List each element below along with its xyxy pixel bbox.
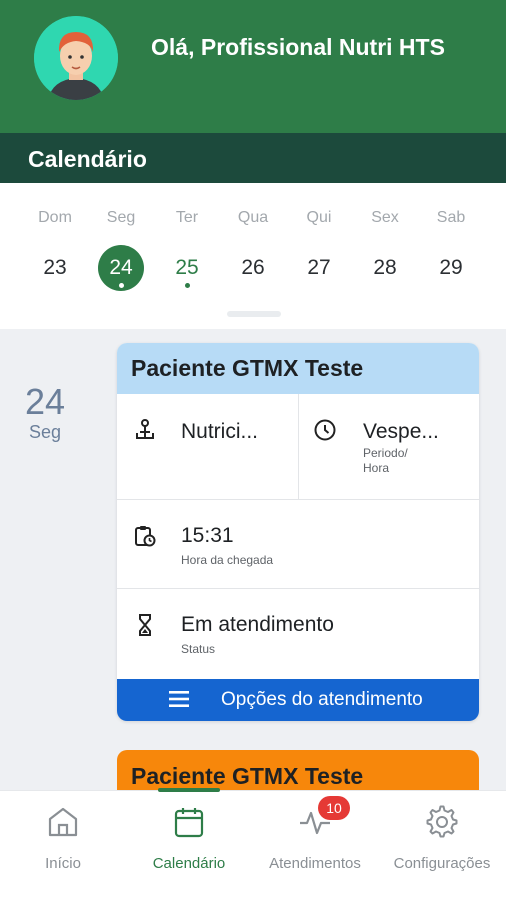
event-dot bbox=[184, 283, 190, 288]
selected-day-number: 24 bbox=[24, 381, 66, 422]
nav-item-inicio[interactable]: Início bbox=[0, 791, 126, 900]
greeting-text: Olá, Profissional Nutri HTS bbox=[151, 34, 445, 60]
appointment-details-row: Nutrici... Vespe... Periodo/ Hora bbox=[117, 394, 479, 500]
arrival-time-label: Hora da chegada bbox=[181, 553, 274, 567]
appointment-options-label: Opções do atendimento bbox=[221, 689, 423, 710]
appointment-card[interactable]: Paciente GTMX Teste Nutrici... Vespe... … bbox=[117, 343, 479, 721]
day-column-selected[interactable]: Seg 24 bbox=[88, 183, 154, 313]
day-column[interactable]: Sab 29 bbox=[418, 183, 484, 313]
nav-item-atendimentos[interactable]: 10 Atendimentos bbox=[252, 791, 378, 900]
appointment-options-button[interactable]: Opções do atendimento bbox=[117, 679, 479, 721]
active-indicator bbox=[158, 788, 220, 792]
day-number: 28 bbox=[373, 256, 397, 279]
nav-label: Configurações bbox=[393, 855, 491, 872]
nav-label: Início bbox=[45, 855, 81, 872]
patient-name: Paciente GTMX Teste bbox=[117, 343, 479, 394]
calendar-icon bbox=[174, 808, 204, 838]
patient-name: Paciente GTMX Teste bbox=[131, 763, 364, 789]
bottom-navigation: Início Calendário 10 Atendimentos Config… bbox=[0, 788, 506, 900]
period-value: Vespe... bbox=[363, 420, 439, 443]
selected-date-label: 24 Seg bbox=[0, 382, 90, 443]
day-of-week: Sab bbox=[436, 209, 466, 226]
nav-label: Atendimentos bbox=[269, 855, 361, 872]
event-dot bbox=[118, 283, 124, 288]
period-label-line-1: Periodo/ bbox=[363, 446, 408, 460]
day-of-week: Qui bbox=[306, 209, 332, 226]
status-label: Status bbox=[181, 642, 216, 656]
week-strip: Dom 23 Seg 24 Ter 25 Qua 26 Qui 27 Sex 2… bbox=[0, 183, 506, 329]
notification-badge: 10 bbox=[318, 796, 350, 820]
status-row: Em atendimento Status bbox=[117, 589, 479, 679]
clipboard-clock-icon bbox=[135, 526, 156, 547]
hourglass-icon bbox=[139, 614, 151, 636]
day-of-week: Dom bbox=[38, 209, 72, 226]
status-value: Em atendimento bbox=[181, 613, 334, 636]
clock-icon bbox=[314, 419, 336, 441]
specialty-icon bbox=[136, 419, 154, 439]
nav-label: Calendário bbox=[152, 855, 226, 872]
day-column[interactable]: Sex 28 bbox=[352, 183, 418, 313]
period-cell: Vespe... Periodo/ Hora bbox=[298, 394, 479, 500]
arrival-time-value: 15:31 bbox=[181, 524, 234, 547]
day-number: 26 bbox=[241, 256, 265, 279]
day-column[interactable]: Dom 23 bbox=[22, 183, 88, 313]
nav-item-calendario[interactable]: Calendário bbox=[126, 788, 252, 900]
selected-day-of-week: Seg bbox=[28, 422, 62, 442]
day-column[interactable]: Qui 27 bbox=[286, 183, 352, 313]
nav-item-configuracoes[interactable]: Configurações bbox=[378, 791, 506, 900]
arrival-row: 15:31 Hora da chegada bbox=[117, 500, 479, 589]
day-of-week: Qua bbox=[237, 209, 269, 226]
avatar[interactable] bbox=[34, 16, 118, 100]
drag-handle[interactable] bbox=[227, 311, 281, 317]
period-label-line-2: Hora bbox=[363, 461, 390, 475]
day-of-week: Seg bbox=[106, 209, 136, 226]
day-number: 27 bbox=[307, 256, 331, 279]
day-number: 23 bbox=[43, 256, 67, 279]
section-header: Calendário bbox=[0, 133, 506, 183]
user-avatar-illustration-icon bbox=[34, 16, 118, 100]
appointment-type-cell: Nutrici... bbox=[117, 394, 298, 500]
menu-icon bbox=[169, 691, 189, 707]
day-of-week: Ter bbox=[175, 209, 199, 226]
gear-icon bbox=[426, 805, 458, 838]
appointment-type-value: Nutrici... bbox=[181, 420, 259, 443]
day-of-week: Sex bbox=[371, 209, 399, 226]
day-column[interactable]: Ter 25 bbox=[154, 183, 220, 313]
day-number: 29 bbox=[439, 256, 463, 279]
section-title: Calendário bbox=[28, 146, 147, 172]
app-header: Olá, Profissional Nutri HTS bbox=[0, 0, 506, 133]
day-column[interactable]: Qua 26 bbox=[220, 183, 286, 313]
home-icon bbox=[48, 807, 78, 837]
